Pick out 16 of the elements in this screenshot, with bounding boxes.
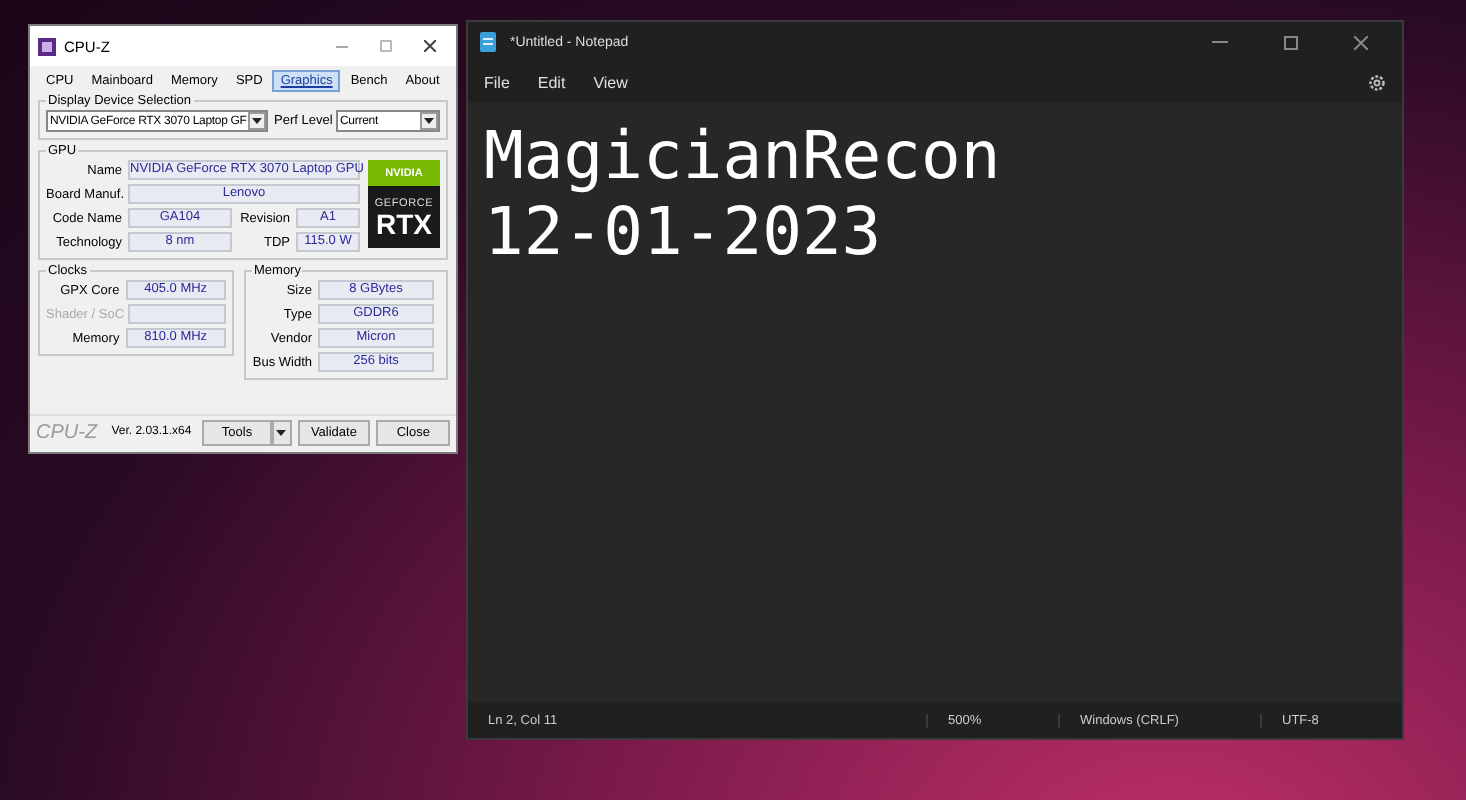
cpu-z-logo: CPU-Z [36, 421, 100, 443]
menu-item[interactable]: Edit [537, 73, 566, 91]
menu-item[interactable]: File [484, 73, 510, 91]
text-editor[interactable]: MagicianRecon 12-01-2023 [468, 102, 1402, 702]
maximize-icon[interactable] [1284, 35, 1298, 49]
settings-icon[interactable] [1368, 73, 1386, 91]
close-icon[interactable] [424, 40, 436, 52]
app-icon [38, 37, 56, 55]
editor-line: MagicianRecon [484, 118, 1001, 194]
menu-item[interactable]: View [593, 73, 628, 91]
close-icon[interactable] [1354, 35, 1368, 49]
dropdown-arrow-icon[interactable] [248, 112, 267, 130]
editor-line: 12-01-2023 [484, 194, 882, 270]
field-value [128, 304, 226, 324]
dropdown-arrow-icon[interactable] [420, 112, 438, 130]
notepad-icon [480, 32, 496, 52]
